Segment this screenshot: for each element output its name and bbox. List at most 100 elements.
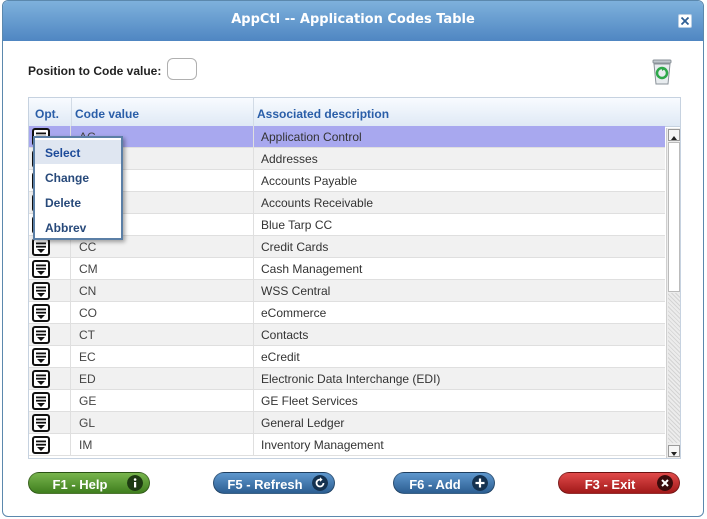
description-cell: WSS Central — [261, 284, 331, 298]
table-row[interactable]: CM Cash Management — [29, 258, 665, 280]
scroll-track[interactable] — [668, 293, 680, 443]
row-options-icon[interactable] — [32, 260, 50, 278]
table-row[interactable]: CC Credit Cards — [29, 236, 665, 258]
row-options-icon[interactable] — [32, 414, 50, 432]
refresh-button[interactable]: F5 - Refresh — [213, 472, 335, 494]
column-divider — [253, 192, 254, 213]
description-cell: Addresses — [261, 152, 318, 166]
table-row[interactable]: ACApplication Control — [29, 126, 665, 148]
table-row[interactable]: GE GE Fleet Services — [29, 390, 665, 412]
description-cell: Credit Cards — [261, 240, 329, 254]
code-value-cell: GE — [79, 394, 97, 408]
header-opt[interactable]: Opt. — [35, 107, 59, 121]
scroll-down-button[interactable] — [668, 445, 680, 457]
column-divider — [253, 324, 254, 345]
scroll-thumb[interactable] — [668, 142, 680, 292]
table-row[interactable]: CT Contacts — [29, 324, 665, 346]
grid-scrollbar[interactable] — [666, 128, 680, 458]
window-title: AppCtl -- Application Codes Table — [231, 12, 475, 27]
refresh-icon — [312, 475, 328, 491]
app-window: AppCtl -- Application Codes Table Positi… — [2, 0, 704, 517]
code-value-cell: IM — [79, 438, 93, 452]
row-option-cell — [29, 434, 71, 455]
description-cell: eCredit — [261, 350, 300, 364]
column-divider — [253, 412, 254, 433]
plus-icon — [472, 475, 488, 491]
header-separator — [71, 98, 72, 126]
table-row[interactable]: CO eCommerce — [29, 302, 665, 324]
description-cell: GE Fleet Services — [261, 394, 358, 408]
exit-button[interactable]: F3 - Exit — [558, 472, 680, 494]
grid-header: Opt. Code value Associated description — [29, 98, 680, 127]
table-row[interactable]: BTBlue Tarp CC — [29, 214, 665, 236]
header-description[interactable]: Associated description — [257, 107, 389, 121]
code-value-cell: CM — [79, 262, 98, 276]
row-option-cell — [29, 324, 71, 345]
code-value-cell: CC — [79, 240, 97, 254]
row-options-icon[interactable] — [32, 238, 50, 256]
add-button[interactable]: F6 - Add — [393, 472, 495, 494]
description-cell: Application Control — [261, 130, 362, 144]
table-row[interactable]: GL General Ledger — [29, 412, 665, 434]
help-button[interactable]: F1 - Help — [28, 472, 150, 494]
row-options-icon[interactable] — [32, 282, 50, 300]
table-row[interactable]: ED Electronic Data Interchange (EDI) — [29, 368, 665, 390]
close-icon — [681, 17, 689, 25]
position-code-input[interactable] — [167, 58, 197, 80]
header-separator — [253, 98, 254, 126]
row-options-icon[interactable] — [32, 304, 50, 322]
column-divider — [253, 148, 254, 169]
row-option-cell — [29, 258, 71, 279]
option-context-menu: Select Change Delete Abbrev — [33, 136, 123, 240]
table-row[interactable]: APAccounts Payable — [29, 170, 665, 192]
row-option-cell — [29, 368, 71, 389]
description-cell: Inventory Management — [261, 438, 384, 452]
row-options-icon[interactable] — [32, 392, 50, 410]
header-code-value[interactable]: Code value — [75, 107, 139, 121]
row-option-cell — [29, 280, 71, 301]
column-divider — [253, 126, 254, 147]
menu-item-abbrev[interactable]: Abbrev — [35, 215, 121, 239]
codes-grid: Opt. Code value Associated description A… — [28, 97, 681, 459]
row-option-cell — [29, 346, 71, 367]
code-value-cell: CO — [79, 306, 97, 320]
close-button[interactable] — [678, 14, 692, 28]
row-options-icon[interactable] — [32, 370, 50, 388]
description-cell: Cash Management — [261, 262, 363, 276]
menu-item-change[interactable]: Change — [35, 165, 121, 189]
description-cell: Accounts Payable — [261, 174, 358, 188]
column-divider — [253, 434, 254, 455]
row-option-cell — [29, 412, 71, 433]
column-divider — [253, 302, 254, 323]
row-options-icon[interactable] — [32, 348, 50, 366]
row-option-cell — [29, 302, 71, 323]
description-cell: Blue Tarp CC — [261, 218, 333, 232]
column-divider — [253, 258, 254, 279]
table-row[interactable]: EC eCredit — [29, 346, 665, 368]
description-cell: eCommerce — [261, 306, 327, 320]
arrow-down-icon — [671, 452, 677, 456]
table-row[interactable]: IM Inventory Management — [29, 434, 665, 456]
column-divider — [253, 170, 254, 191]
column-divider — [253, 368, 254, 389]
row-options-icon[interactable] — [32, 326, 50, 344]
column-divider — [253, 280, 254, 301]
table-row[interactable]: ARAccounts Receivable — [29, 192, 665, 214]
title-bar: AppCtl -- Application Codes Table — [3, 1, 703, 41]
table-row[interactable]: ADAddresses — [29, 148, 665, 170]
menu-item-select[interactable]: Select — [35, 140, 121, 164]
row-options-icon[interactable] — [32, 436, 50, 454]
table-row[interactable]: CN WSS Central — [29, 280, 665, 302]
column-divider — [253, 346, 254, 367]
recycle-bin-icon[interactable] — [651, 56, 673, 86]
description-cell: General Ledger — [261, 416, 345, 430]
row-option-cell — [29, 390, 71, 411]
column-divider — [253, 390, 254, 411]
column-divider — [253, 214, 254, 235]
code-value-cell: CN — [79, 284, 97, 298]
close-circle-icon — [657, 475, 673, 491]
menu-item-delete[interactable]: Delete — [35, 190, 121, 214]
description-cell: Contacts — [261, 328, 309, 342]
scroll-up-button[interactable] — [668, 129, 680, 141]
code-value-cell: GL — [79, 416, 96, 430]
